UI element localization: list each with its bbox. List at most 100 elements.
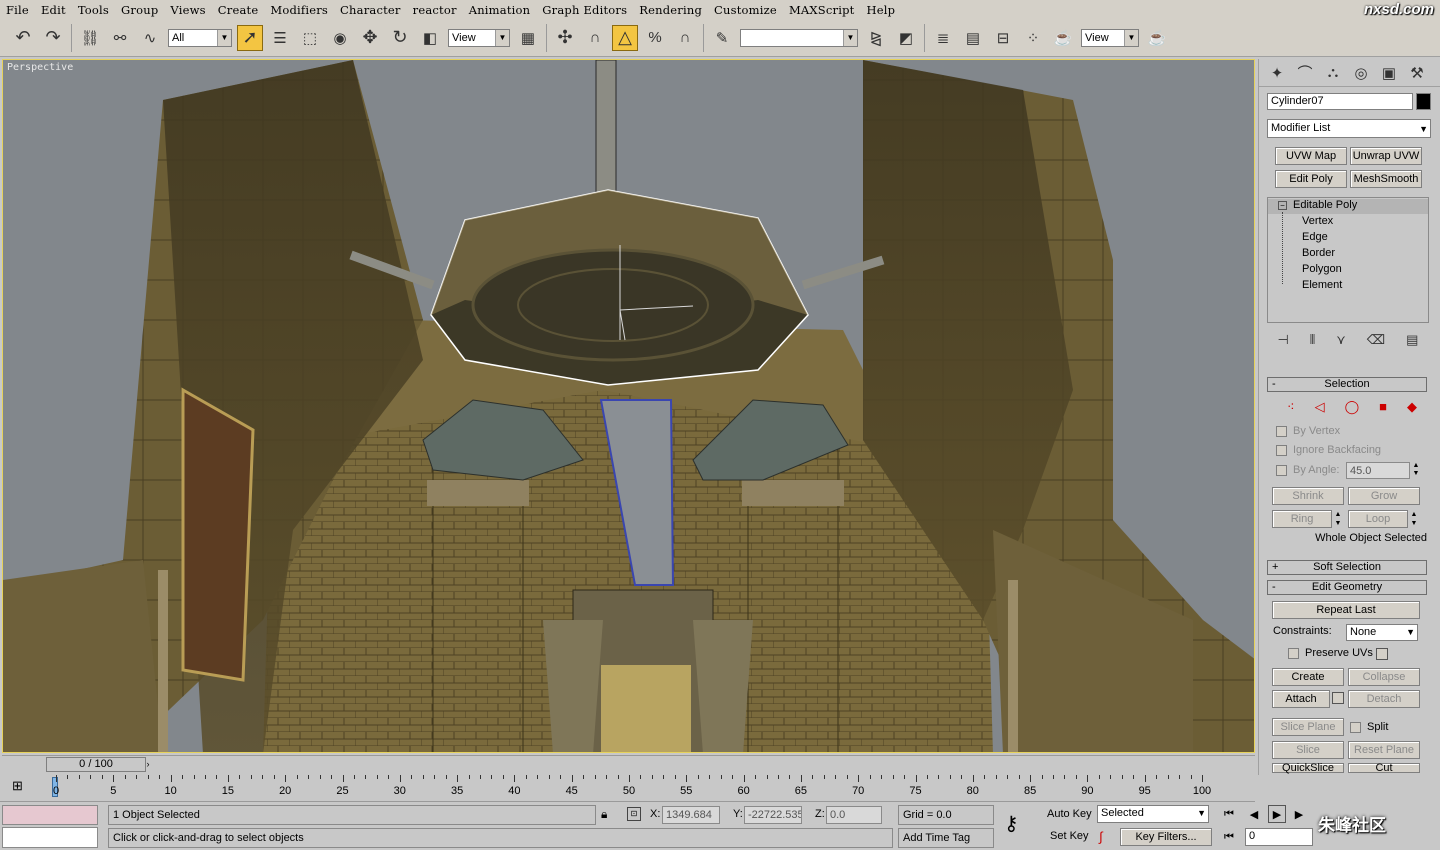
mirror-icon[interactable]: ⧎ bbox=[863, 25, 889, 51]
time-slider-thumb[interactable]: 0 / 100 bbox=[46, 757, 146, 772]
add-time-tag-button[interactable]: Add Time Tag bbox=[898, 828, 994, 848]
material-editor-icon[interactable]: ⁘ bbox=[1020, 25, 1046, 51]
next-frame-arrow-icon[interactable]: › bbox=[142, 757, 154, 772]
edge-mode-icon[interactable]: ◁ bbox=[1315, 399, 1325, 415]
quickslice-button[interactable]: QuickSlice bbox=[1272, 762, 1344, 774]
ring-spinner-icon[interactable]: ▲ ▼ bbox=[1333, 510, 1343, 528]
default-in-out-tangent-icon[interactable]: ∫ bbox=[1099, 829, 1103, 844]
menu-animation[interactable]: Animation bbox=[463, 3, 537, 17]
curve-editor-icon[interactable]: ▤ bbox=[960, 25, 986, 51]
menu-help[interactable]: Help bbox=[860, 3, 901, 17]
key-selection-dropdown[interactable]: Selected ▼ bbox=[1097, 805, 1209, 823]
display-tab-icon[interactable]: ▣ bbox=[1375, 61, 1403, 85]
track-bar[interactable]: ⊞ 0 5 10 15 20 25 30 35 40 45 50 55 60 65 70 75 80 85 90 95… bbox=[0, 775, 1255, 802]
select-and-rotate-icon[interactable]: ↻ bbox=[387, 25, 413, 51]
lock-icon[interactable]: 🔒︎ bbox=[601, 807, 607, 822]
menu-character[interactable]: Character bbox=[334, 3, 407, 17]
render-scene-icon[interactable]: ☕ bbox=[1050, 25, 1076, 51]
stack-item-polygon[interactable]: Polygon bbox=[1302, 263, 1342, 275]
remove-modifier-icon[interactable]: ⌫ bbox=[1367, 332, 1385, 348]
reference-coordinate-dropdown[interactable]: View ▼ bbox=[448, 28, 510, 47]
absolute-mode-icon[interactable]: ⊡ bbox=[627, 807, 641, 821]
show-end-result-icon[interactable]: ⫴ bbox=[1310, 332, 1315, 348]
preserve-uvs-settings-icon[interactable] bbox=[1376, 648, 1388, 660]
stack-item-vertex[interactable]: Vertex bbox=[1302, 215, 1333, 227]
maxscript-listener-white[interactable] bbox=[2, 827, 98, 848]
slice-button[interactable]: Slice bbox=[1272, 741, 1344, 759]
select-object-icon[interactable]: ➚ bbox=[237, 24, 263, 51]
vertex-mode-icon[interactable]: ⁖ bbox=[1287, 399, 1295, 415]
current-frame-field[interactable]: 0 bbox=[1245, 828, 1313, 846]
set-key-mode-icon[interactable]: ⚷ bbox=[1004, 811, 1019, 836]
attach-list-icon[interactable] bbox=[1332, 692, 1344, 704]
hierarchy-tab-icon[interactable]: ⛬ bbox=[1319, 61, 1347, 85]
detach-button[interactable]: Detach bbox=[1348, 690, 1420, 708]
select-and-link-icon[interactable]: ⛓ bbox=[77, 25, 103, 51]
time-slider[interactable]: 0 / 100 › bbox=[2, 755, 1255, 773]
edit-poly-button[interactable]: Edit Poly bbox=[1275, 170, 1347, 188]
key-filters-button[interactable]: Key Filters... bbox=[1120, 828, 1212, 846]
menu-edit[interactable]: Edit bbox=[35, 3, 72, 17]
select-and-scale-icon[interactable]: ◧ bbox=[417, 25, 443, 51]
create-tab-icon[interactable]: ✦ bbox=[1263, 61, 1291, 85]
make-unique-icon[interactable]: ⋎ bbox=[1336, 332, 1346, 348]
percent-snap-icon[interactable]: % bbox=[642, 25, 668, 51]
schematic-view-icon[interactable]: ⊟ bbox=[990, 25, 1016, 51]
by-angle-spinner[interactable]: 45.0 bbox=[1346, 462, 1410, 479]
stack-item-element[interactable]: Element bbox=[1302, 279, 1342, 291]
snap-toggle-icon[interactable]: ∩ bbox=[582, 25, 608, 51]
menu-customize[interactable]: Customize bbox=[708, 3, 783, 17]
select-and-move-icon[interactable]: ✥ bbox=[357, 25, 383, 51]
by-vertex-checkbox[interactable]: By Vertex bbox=[1276, 425, 1340, 437]
ignore-backfacing-checkbox[interactable]: Ignore Backfacing bbox=[1276, 444, 1381, 456]
stack-item-border[interactable]: Border bbox=[1302, 247, 1335, 259]
modify-tab-icon[interactable]: ⌒ bbox=[1291, 61, 1319, 85]
utilities-tab-icon[interactable]: ⚒ bbox=[1403, 61, 1431, 85]
motion-tab-icon[interactable]: ◎ bbox=[1347, 61, 1375, 85]
named-selection-dropdown[interactable]: ▼ bbox=[740, 28, 858, 47]
cut-button[interactable]: Cut bbox=[1348, 762, 1420, 774]
loop-spinner-icon[interactable]: ▲ ▼ bbox=[1409, 510, 1419, 528]
undo-icon[interactable]: ↶ bbox=[10, 25, 36, 51]
menu-maxscript[interactable]: MAXScript bbox=[783, 3, 861, 17]
x-coordinate-field[interactable]: 1349.684 bbox=[662, 806, 720, 824]
angle-snap-icon[interactable]: △ bbox=[612, 24, 638, 51]
y-coordinate-field[interactable]: -22722.535 bbox=[744, 806, 802, 824]
unlink-selection-icon[interactable]: ⚯ bbox=[107, 25, 133, 51]
menu-file[interactable]: File bbox=[0, 3, 35, 17]
auto-key-button[interactable]: Auto Key bbox=[1047, 808, 1092, 820]
menu-rendering[interactable]: Rendering bbox=[633, 3, 708, 17]
reset-plane-button[interactable]: Reset Plane bbox=[1348, 741, 1420, 759]
previous-frame-icon[interactable]: ◀ bbox=[1245, 805, 1263, 823]
modifier-stack[interactable]: − Editable Poly Vertex Edge Border Polygo… bbox=[1267, 197, 1429, 323]
bind-space-warp-icon[interactable]: ∿ bbox=[137, 25, 163, 51]
redo-icon[interactable]: ↷ bbox=[40, 25, 66, 51]
pin-stack-icon[interactable]: ⊣ bbox=[1277, 332, 1288, 348]
align-icon[interactable]: ◩ bbox=[893, 25, 919, 51]
open-mini-curve-editor-icon[interactable]: ⊞ bbox=[12, 778, 23, 794]
by-angle-checkbox[interactable]: By Angle: bbox=[1276, 464, 1339, 476]
maxscript-listener-pink[interactable] bbox=[2, 805, 98, 825]
pivot-center-icon[interactable]: ▦ bbox=[515, 25, 541, 51]
go-to-start-icon[interactable]: ⏮ bbox=[1220, 805, 1238, 823]
ring-button[interactable]: Ring bbox=[1272, 510, 1332, 528]
menu-tools[interactable]: Tools bbox=[72, 3, 115, 17]
menu-group[interactable]: Group bbox=[115, 3, 164, 17]
set-key-button[interactable]: Set Key bbox=[1050, 830, 1089, 842]
render-view-dropdown[interactable]: View ▼ bbox=[1081, 28, 1139, 47]
border-mode-icon[interactable]: ◯ bbox=[1345, 399, 1360, 415]
element-mode-icon[interactable]: ◆ bbox=[1407, 399, 1417, 415]
meshsmooth-button[interactable]: MeshSmooth bbox=[1350, 170, 1422, 188]
edit-geometry-rollout-header[interactable]: - Edit Geometry bbox=[1267, 580, 1427, 595]
stack-item-editable-poly[interactable]: − Editable Poly bbox=[1278, 199, 1357, 211]
grow-button[interactable]: Grow bbox=[1348, 487, 1420, 505]
menu-modifiers[interactable]: Modifiers bbox=[264, 3, 334, 17]
select-and-manipulate-icon[interactable]: ✣ bbox=[552, 25, 578, 51]
layer-manager-icon[interactable]: ≣ bbox=[930, 25, 956, 51]
menu-graph-editors[interactable]: Graph Editors bbox=[536, 3, 633, 17]
polygon-mode-icon[interactable]: ■ bbox=[1379, 399, 1387, 415]
loop-button[interactable]: Loop bbox=[1348, 510, 1408, 528]
modifier-list-dropdown[interactable]: Modifier List ▼ bbox=[1267, 119, 1431, 138]
attach-button[interactable]: Attach bbox=[1272, 690, 1330, 708]
selection-filter-dropdown[interactable]: All ▼ bbox=[168, 28, 232, 47]
